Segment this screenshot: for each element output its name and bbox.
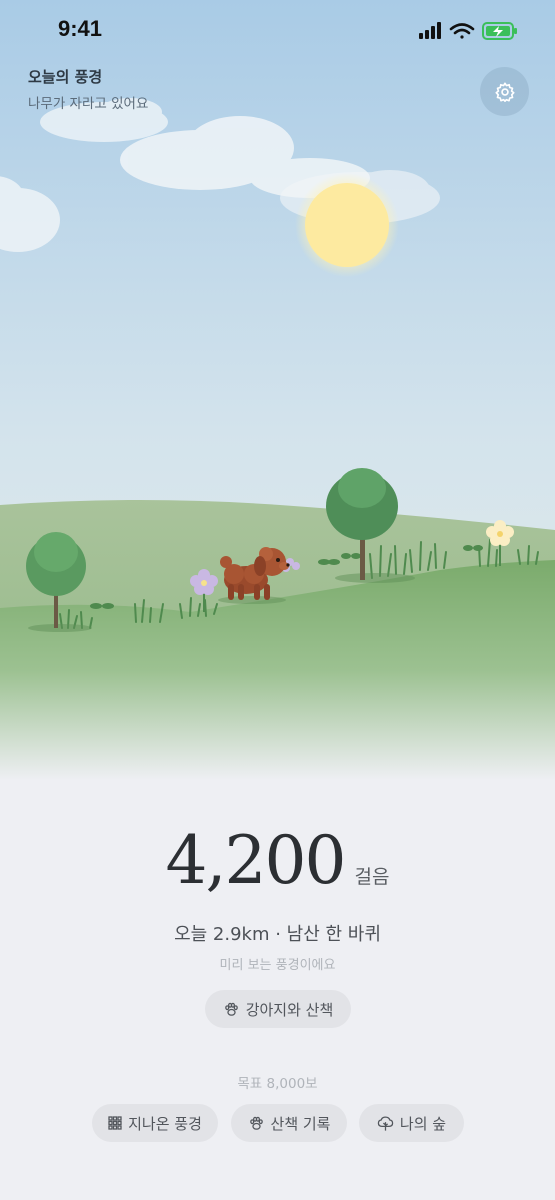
page-title: 오늘의 풍경 — [28, 68, 103, 86]
status-icons — [419, 22, 517, 40]
wifi-icon — [449, 23, 475, 39]
walk-with-dog-label: 강아지와 산책 — [245, 1000, 334, 1019]
nav-walk-log[interactable]: 산책 기록 — [231, 1104, 347, 1142]
distance-summary: 오늘 2.9km · 남산 한 바퀴 — [174, 924, 381, 945]
preview-note: 미리 보는 풍경이에요 — [219, 958, 336, 973]
header: 오늘의 풍경 나무가 자라고 있어요 — [28, 66, 148, 112]
battery-icon — [482, 22, 517, 40]
grid-icon — [108, 1116, 122, 1130]
step-count: 4,200 — [165, 822, 347, 899]
page-subtitle: 나무가 자라고 있어요 — [28, 96, 149, 112]
nav-my-forest-label: 나의 숲 — [399, 1114, 447, 1133]
paw-icon — [224, 1002, 238, 1016]
settings-button[interactable] — [480, 67, 529, 116]
step-unit: 걸음 — [354, 866, 390, 888]
nav-my-forest[interactable]: 나의 숲 — [359, 1104, 464, 1142]
nav-walk-log-label: 산책 기록 — [270, 1114, 331, 1133]
status-bar: 9:41 — [0, 0, 555, 60]
gear-icon — [494, 81, 515, 102]
goal-label: 목표 8,000보 — [237, 1076, 318, 1092]
walk-with-dog-button[interactable]: 강아지와 산책 — [205, 990, 351, 1028]
signal-icon — [419, 22, 441, 39]
landscape-scene — [0, 0, 555, 780]
paw-icon — [249, 1116, 263, 1130]
nav-past-scenes[interactable]: 지나온 풍경 — [92, 1104, 218, 1142]
tree-icon — [377, 1115, 394, 1131]
status-time: 9:41 — [58, 16, 103, 41]
sun — [305, 183, 389, 267]
step-summary: 4,200 걸음 — [0, 822, 555, 899]
nav-past-scenes-label: 지나온 풍경 — [128, 1114, 202, 1133]
